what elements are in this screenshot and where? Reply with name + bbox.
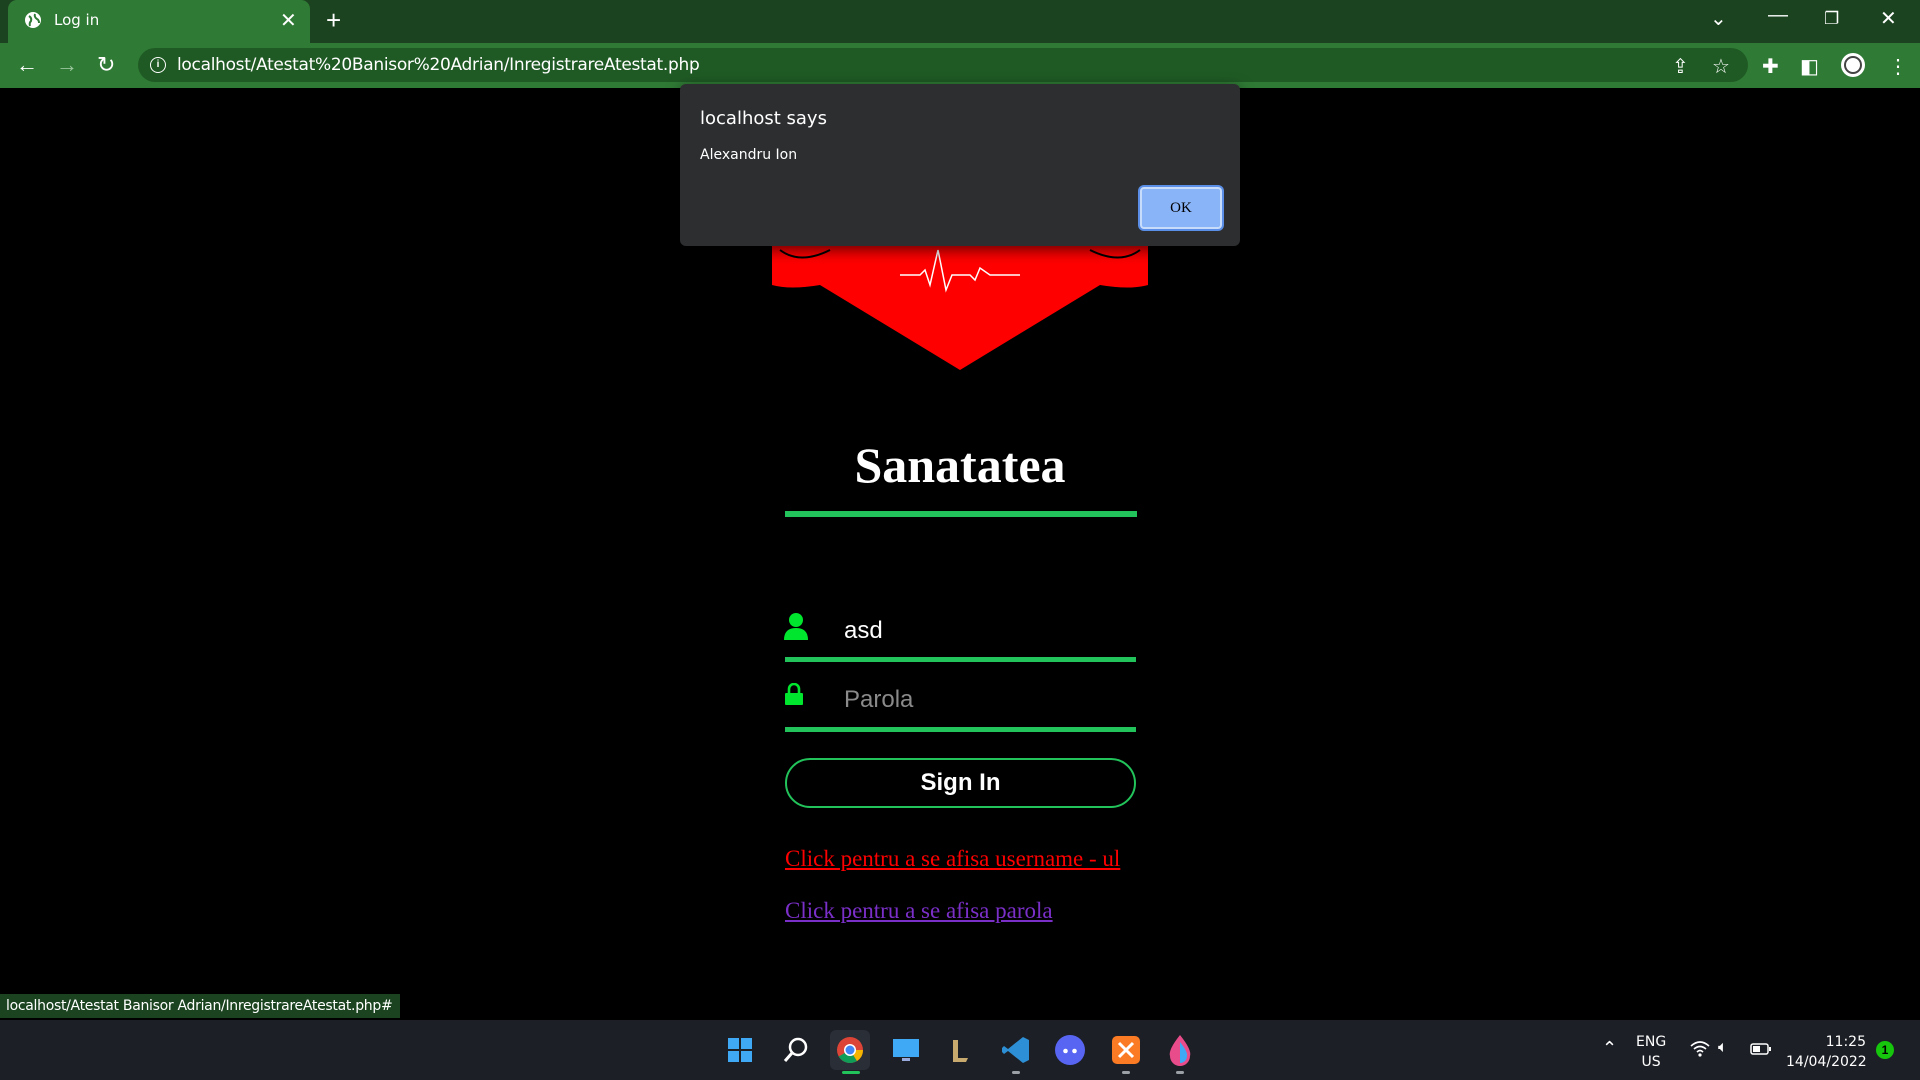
clock[interactable]: 11:25 14/04/2022	[1786, 1032, 1867, 1072]
reload-icon[interactable]: ↻	[97, 52, 115, 78]
sign-in-button[interactable]: Sign In	[785, 758, 1136, 808]
address-url[interactable]: localhost/Atestat%20Banisor%20Adrian/Inr…	[177, 55, 700, 75]
heart-logo	[772, 230, 1148, 370]
title-underline	[785, 511, 1137, 517]
vscode-icon[interactable]	[996, 1030, 1036, 1070]
tab-title: Log in	[54, 11, 100, 29]
paint-drop-icon[interactable]	[1160, 1030, 1200, 1070]
globe-icon	[25, 12, 41, 28]
desktop-icon[interactable]	[886, 1030, 926, 1070]
show-username-link[interactable]: Click pentru a se afisa username - ul	[785, 846, 1120, 872]
lock-icon	[785, 683, 803, 705]
chrome-active-indicator	[842, 1071, 860, 1074]
new-tab-button[interactable]: +	[326, 5, 341, 36]
username-underline	[785, 657, 1136, 662]
show-password-link[interactable]: Click pentru a se afisa parola	[785, 898, 1053, 924]
language-indicator[interactable]: ENG US	[1636, 1032, 1666, 1072]
password-underline	[785, 727, 1136, 732]
tray-overflow-icon[interactable]: ⌃	[1602, 1038, 1617, 1059]
dialog-message: Alexandru Ion	[700, 147, 798, 163]
paint-indicator	[1176, 1071, 1184, 1074]
clock-date: 14/04/2022	[1786, 1054, 1867, 1070]
user-icon	[784, 613, 808, 640]
xampp-icon[interactable]	[1106, 1030, 1146, 1070]
dialog-title: localhost says	[700, 108, 827, 129]
league-icon[interactable]	[940, 1030, 980, 1070]
share-icon[interactable]: ⇪	[1672, 54, 1689, 79]
close-tab-icon[interactable]: ✕	[280, 8, 297, 33]
dialog-ok-button[interactable]: OK	[1140, 187, 1222, 229]
tab-search-icon[interactable]: ⌄	[1710, 6, 1727, 31]
back-icon[interactable]: ←	[16, 52, 38, 78]
notification-badge[interactable]: 1	[1876, 1041, 1894, 1059]
bookmark-star-icon[interactable]: ☆	[1712, 54, 1730, 79]
lang-line2: US	[1641, 1054, 1661, 1070]
wifi-icon[interactable]	[1690, 1040, 1710, 1058]
clock-time: 11:25	[1825, 1034, 1866, 1050]
chrome-icon[interactable]	[830, 1030, 870, 1070]
password-field[interactable]	[844, 683, 1124, 717]
minimize-icon[interactable]: —	[1768, 4, 1788, 27]
start-icon[interactable]	[720, 1030, 760, 1070]
xampp-indicator	[1122, 1071, 1130, 1074]
vscode-indicator	[1012, 1071, 1020, 1074]
username-field[interactable]	[844, 614, 1124, 648]
discord-icon[interactable]	[1050, 1030, 1090, 1070]
restore-icon[interactable]: ❐	[1824, 9, 1839, 29]
window-close-icon[interactable]: ✕	[1880, 6, 1897, 31]
search-icon[interactable]	[776, 1030, 816, 1070]
menu-icon[interactable]: ⋮	[1888, 54, 1908, 79]
site-info-icon[interactable]: i	[150, 57, 166, 73]
lang-line1: ENG	[1636, 1034, 1667, 1050]
forward-icon[interactable]: →	[56, 52, 78, 78]
extensions-icon[interactable]: ✚	[1762, 54, 1779, 79]
battery-icon[interactable]	[1750, 1042, 1772, 1056]
page-title: Sanatatea	[854, 437, 1066, 493]
status-bubble: localhost/Atestat Banisor Adrian/Inregis…	[0, 994, 401, 1018]
volume-icon[interactable]: 🔈︎	[1718, 1039, 1728, 1057]
side-panel-icon[interactable]: ◧	[1800, 54, 1819, 79]
profile-avatar-icon[interactable]	[1840, 52, 1866, 78]
